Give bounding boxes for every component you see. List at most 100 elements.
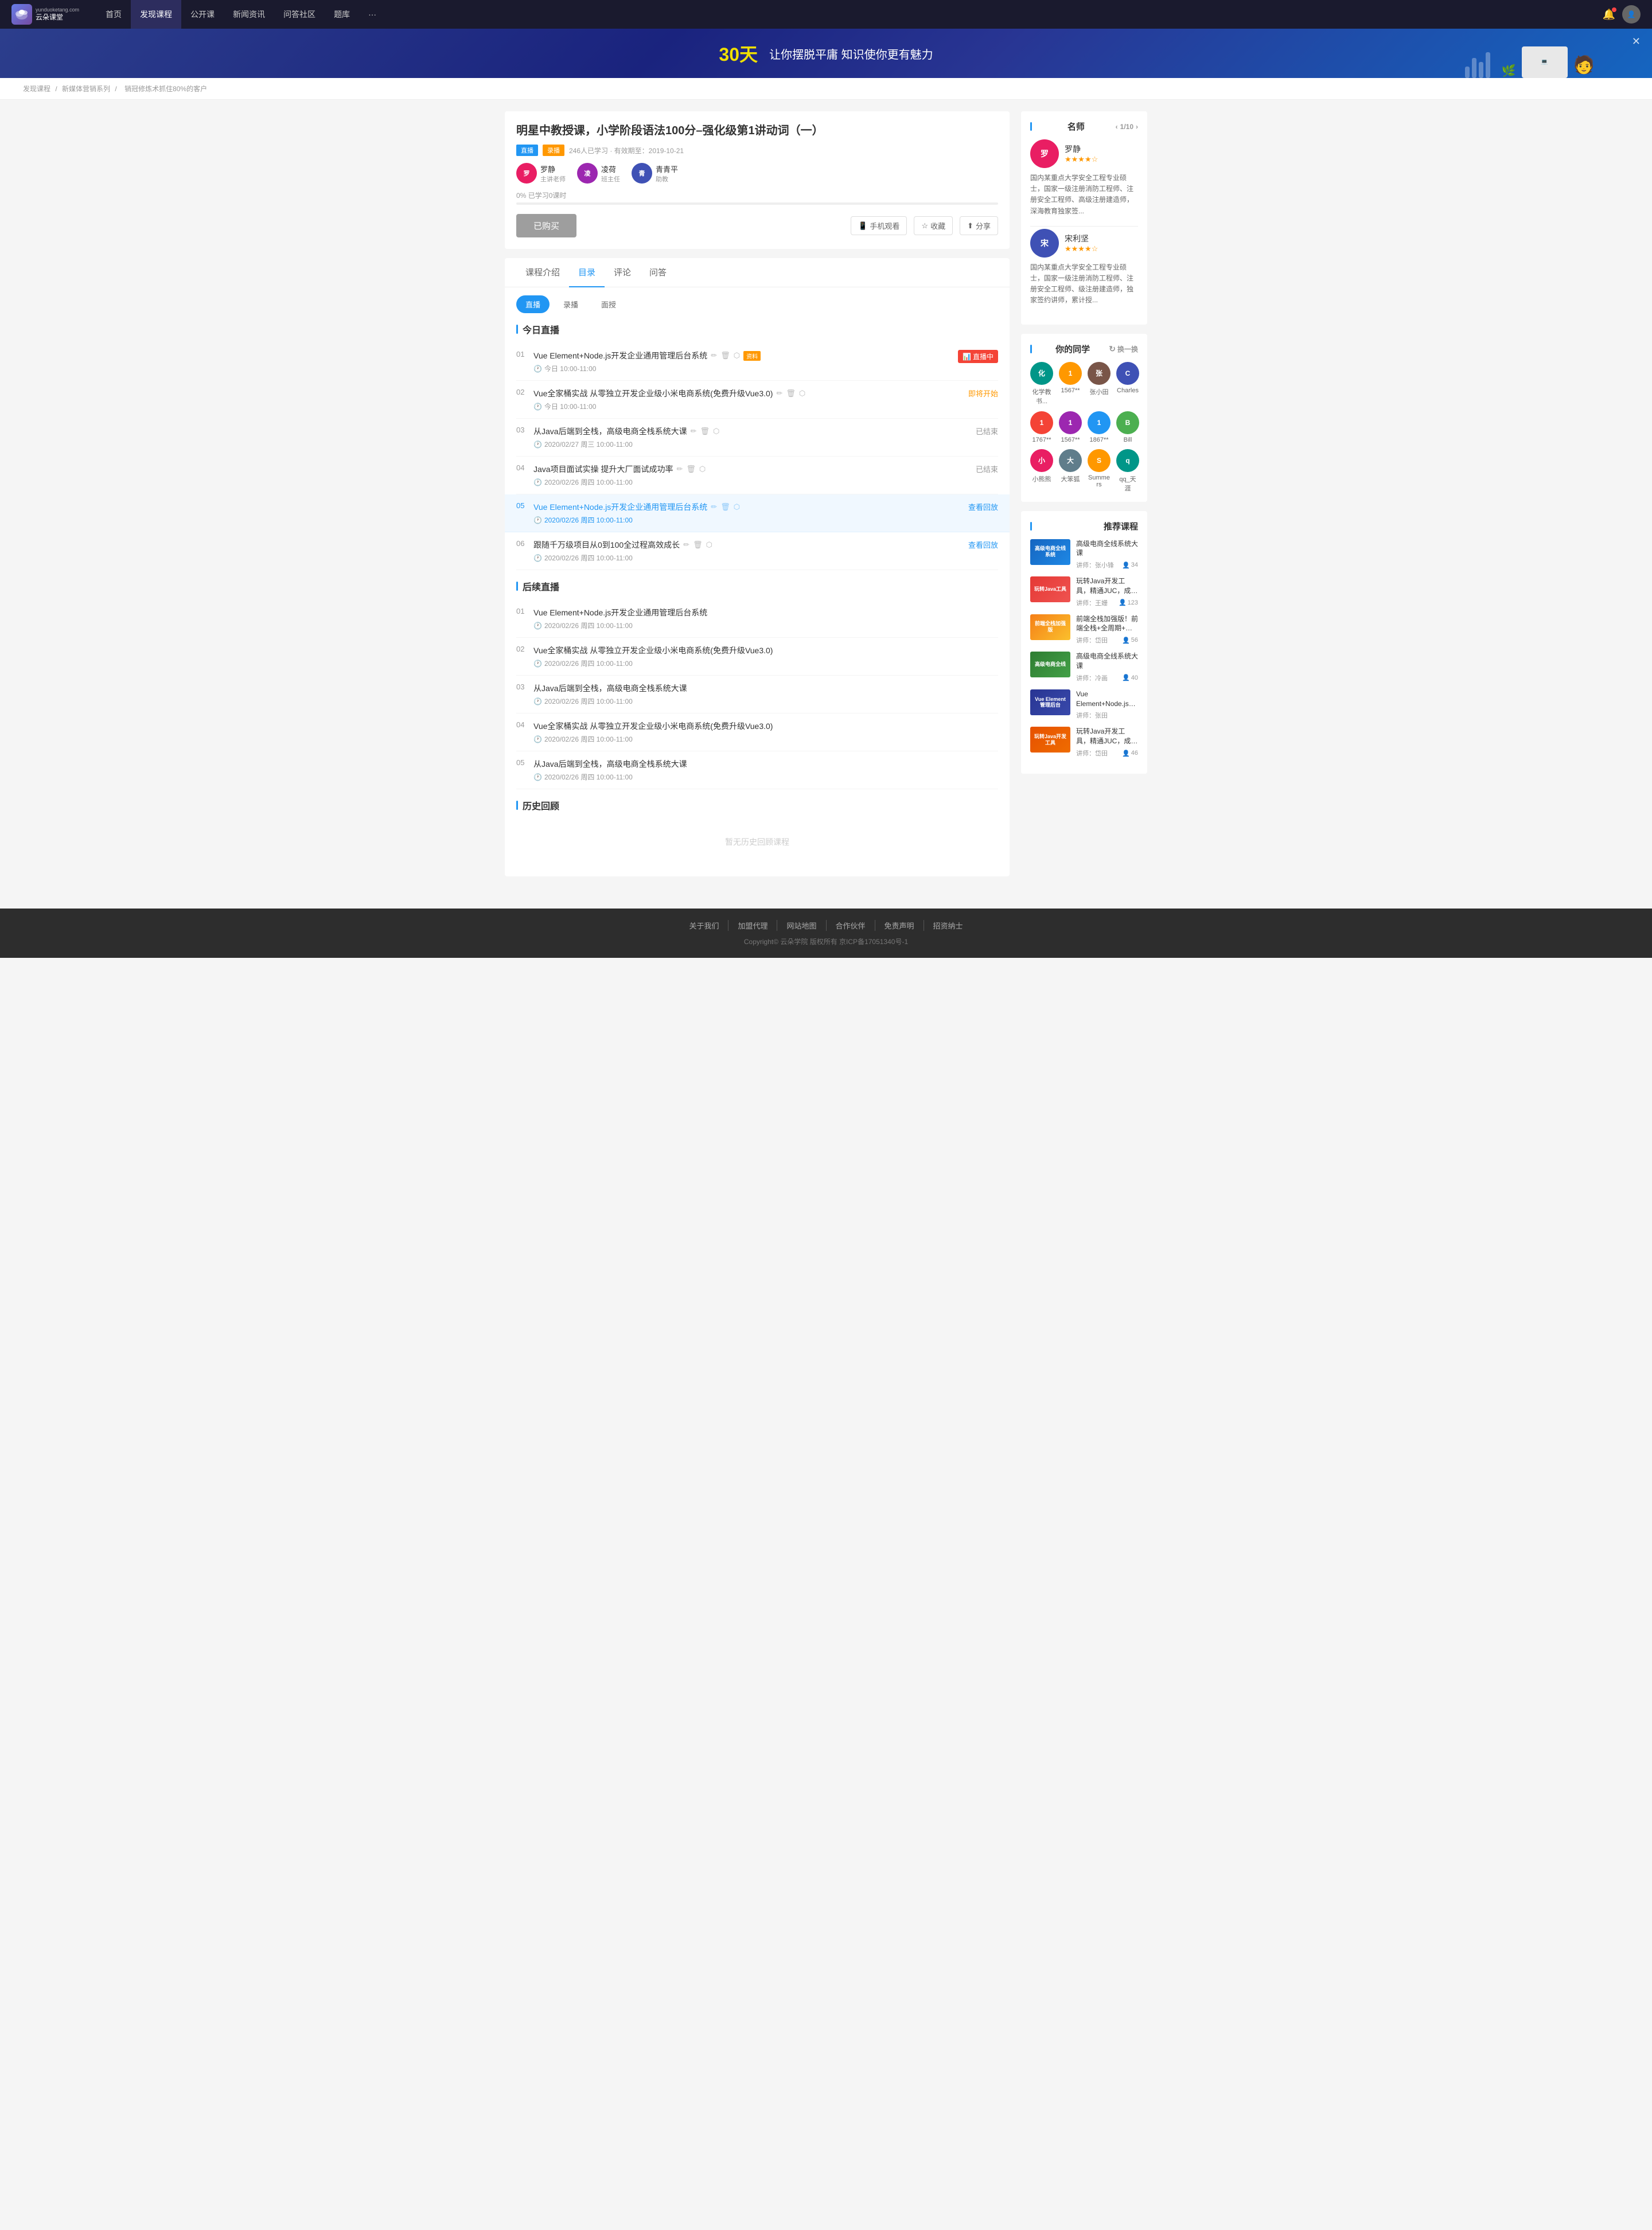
footer-link-about[interactable]: 关于我们 <box>680 920 728 931</box>
lesson-status: 已结束 <box>976 463 998 474</box>
recommended-section-title: 推荐课程 <box>1030 520 1138 532</box>
nav-item-home[interactable]: 首页 <box>96 0 131 29</box>
list-item[interactable]: 高级电商全线系统 高级电商全线系统大课 讲师：张小锋 👤 34 <box>1030 539 1138 570</box>
recommended-card: 推荐课程 高级电商全线系统 高级电商全线系统大课 讲师：张小锋 👤 34 玩转 <box>1021 511 1147 774</box>
sub-tab-offline[interactable]: 面授 <box>592 295 625 313</box>
classmate-avatar: 1 <box>1059 362 1082 385</box>
lesson-info: 从Java后端到全栈，高级电商全栈系统大课 ✏ 🗑 ⬡ 🕐 2020/02/27… <box>533 426 970 449</box>
tab-qa[interactable]: 问答 <box>640 258 676 287</box>
classmate-avatar: S <box>1088 449 1111 472</box>
footer-link-disclaimer[interactable]: 免责声明 <box>875 920 924 931</box>
rec-course-info-3: 前端全栈加强版！前端全栈+全周期+多端应用 讲师：岱田 👤 56 <box>1076 614 1138 645</box>
footer-link-partner[interactable]: 合作伙伴 <box>827 920 875 931</box>
teachers-card: 名师 ‹ 1/10 › 罗 罗静 ★★★★☆ 国内某重点大学安全工程专业硕士，国… <box>1021 111 1147 325</box>
classmates-grid: 化 化学教书... 1 1567** 张 张小田 C Charles 1 1 <box>1030 362 1138 493</box>
course-meta: 246人已学习 · 有效期至：2019-10-21 <box>569 146 684 155</box>
classmate-avatar: 1 <box>1059 411 1082 434</box>
replay-status[interactable]: 查看回放 <box>968 541 998 549</box>
lesson-title: Vue Element+Node.js开发企业通用管理后台系统 <box>533 607 998 618</box>
sidebar-teacher-2: 宋 宋利坚 ★★★★☆ 国内某重点大学安全工程专业硕士，国家一级注册消防工程师、… <box>1030 229 1138 306</box>
nav-item-qa[interactable]: 问答社区 <box>274 0 325 29</box>
course-header: 明星中教授课，小学阶段语法100分–强化级第1讲动词（一） 直播 录播 246人… <box>505 111 1010 249</box>
footer-link-sitemap[interactable]: 网站地图 <box>777 920 826 931</box>
nav-logo[interactable]: yunduoketang.com 云朵课堂 <box>11 4 79 25</box>
banner-close-icon[interactable]: ✕ <box>1632 36 1641 48</box>
phone-watch-button[interactable]: 📱 手机观看 <box>851 216 907 235</box>
sub-tab-record[interactable]: 录播 <box>554 295 587 313</box>
lesson-time: 🕐 2020/02/27 周三 10:00-11:00 <box>533 439 970 449</box>
copy-icon[interactable]: ⬡ <box>713 427 719 436</box>
teacher-avatar-2: 凌 <box>577 163 598 184</box>
replay-status[interactable]: 查看回放 <box>968 503 998 512</box>
list-item[interactable]: 玩转Java工具 玩转Java开发工具，精通JUC，成为开发多面手 讲师：王姗 … <box>1030 576 1138 607</box>
delete-icon[interactable]: 🗑 <box>720 502 730 512</box>
notification-bell-icon[interactable]: 🔔 <box>1603 9 1615 21</box>
tab-catalog[interactable]: 目录 <box>569 258 605 287</box>
copy-icon[interactable]: ⬡ <box>799 389 805 398</box>
edit-icon[interactable]: ✏ <box>676 465 683 474</box>
footer: 关于我们 加盟代理 网站地图 合作伙伴 免责声明 招资纳士 Copyright©… <box>0 909 1652 958</box>
copy-icon[interactable]: ⬡ <box>706 540 712 549</box>
table-row: 02 Vue全家桶实战 从零独立开发企业级小米电商系统(免费升级Vue3.0) … <box>516 381 998 419</box>
copy-icon[interactable]: ⬡ <box>699 465 706 474</box>
nav-item-more[interactable]: ··· <box>359 0 385 29</box>
rec-count-3: 👤 56 <box>1122 637 1138 644</box>
rec-course-thumb-6: 玩转Java开发工具 <box>1030 727 1070 753</box>
sidebar-teacher-desc-1: 国内某重点大学安全工程专业硕士，国家一级注册消防工程师、注册安全工程师、高级注册… <box>1030 173 1138 217</box>
copy-icon[interactable]: ⬡ <box>734 351 740 360</box>
delete-icon[interactable]: 🗑 <box>693 540 703 549</box>
delete-icon[interactable]: 🗑 <box>700 427 710 436</box>
collect-button[interactable]: ☆ 收藏 <box>914 216 953 235</box>
buy-button[interactable]: 已购买 <box>516 214 576 237</box>
clock-icon: 🕐 <box>533 773 542 781</box>
rec-course-thumb-2: 玩转Java工具 <box>1030 576 1070 602</box>
course-actions: 已购买 📱 手机观看 ☆ 收藏 ⬆ 分享 <box>516 214 998 237</box>
teacher-name-2: 凌荷 <box>601 163 620 174</box>
breadcrumb-home[interactable]: 发现课程 <box>23 85 50 93</box>
lesson-time: 🕐 2020/02/26 周四 10:00-11:00 <box>533 553 963 563</box>
edit-icon[interactable]: ✏ <box>683 540 689 549</box>
history-empty: 暂无历史回顾课程 <box>516 819 998 865</box>
change-classmates-button[interactable]: ↻ 换一换 <box>1109 344 1138 354</box>
edit-icon[interactable]: ✏ <box>776 389 782 398</box>
breadcrumb-sep2: / <box>115 85 119 93</box>
next-teacher-icon[interactable]: › <box>1136 123 1138 131</box>
rec-course-meta-6: 讲师：岱田 👤 46 <box>1076 748 1138 758</box>
delete-icon[interactable]: 🗑 <box>720 351 730 360</box>
sub-tab-live[interactable]: 直播 <box>516 295 550 313</box>
copy-icon[interactable]: ⬡ <box>734 502 740 512</box>
prev-teacher-icon[interactable]: ‹ <box>1116 123 1118 131</box>
breadcrumb-series[interactable]: 新媒体营销系列 <box>62 85 110 93</box>
list-item: 1 1567** <box>1059 362 1082 406</box>
edit-icon[interactable]: ✏ <box>691 427 697 436</box>
list-item[interactable]: 高级电商全线 高级电商全线系统大课 讲师：冷画 👤 40 <box>1030 652 1138 683</box>
lesson-title: 从Java后端到全栈，高级电商全栈系统大课 <box>533 683 998 694</box>
edit-icon[interactable]: ✏ <box>711 502 717 512</box>
edit-icon[interactable]: ✏ <box>711 351 717 360</box>
delete-icon[interactable]: 🗑 <box>686 465 696 474</box>
tab-review[interactable]: 评论 <box>605 258 640 287</box>
tab-intro[interactable]: 课程介绍 <box>516 258 569 287</box>
footer-link-franchise[interactable]: 加盟代理 <box>728 920 777 931</box>
list-item[interactable]: 前端全栈加强版 前端全栈加强版！前端全栈+全周期+多端应用 讲师：岱田 👤 56 <box>1030 614 1138 645</box>
rec-course-info-4: 高级电商全线系统大课 讲师：冷画 👤 40 <box>1076 652 1138 683</box>
classmate-name: Summers <box>1088 474 1111 488</box>
nav-item-courses[interactable]: 发现课程 <box>131 0 181 29</box>
nav-item-news[interactable]: 新闻资讯 <box>224 0 274 29</box>
share-button[interactable]: ⬆ 分享 <box>960 216 998 235</box>
live-bar-icon: 📊 <box>963 353 971 361</box>
footer-link-join[interactable]: 招资纳士 <box>924 920 972 931</box>
classmates-section-title: 你的同学 ↻ 换一换 <box>1030 343 1138 355</box>
nav-item-questions[interactable]: 题库 <box>325 0 359 29</box>
rec-lecturer-4: 讲师：冷画 <box>1076 673 1108 683</box>
nav-item-open[interactable]: 公开课 <box>181 0 224 29</box>
banner-number: 30天 <box>719 40 758 67</box>
list-item[interactable]: Vue Element管理后台 Vue Element+Node.js开发企业通… <box>1030 689 1138 720</box>
list-item[interactable]: 玩转Java开发工具 玩转Java开发工具，精通JUC，成为开发多面手 讲师：岱… <box>1030 727 1138 758</box>
nav-right: 🔔 👤 <box>1603 5 1641 24</box>
tabs-section: 课程介绍 目录 评论 问答 直播 录播 面授 今日直播 01 Vue Eleme <box>505 258 1010 876</box>
lesson-status: 即将开始 <box>968 388 998 399</box>
rec-count-6: 👤 46 <box>1122 750 1138 757</box>
delete-icon[interactable]: 🗑 <box>786 389 796 398</box>
user-avatar[interactable]: 👤 <box>1622 5 1641 24</box>
